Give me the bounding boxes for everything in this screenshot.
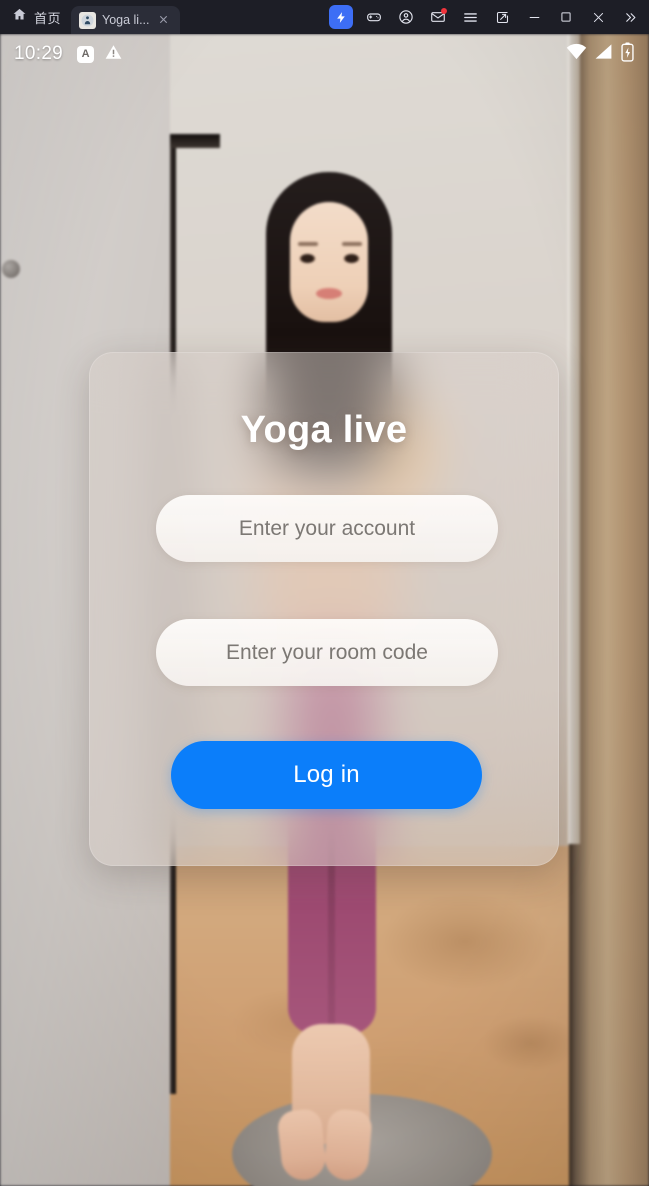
home-button[interactable]: 首页 <box>0 0 71 34</box>
keyboard-a-icon: A <box>77 45 95 63</box>
person-brow-left <box>298 242 318 246</box>
tabstrip: Yoga li... <box>71 0 180 34</box>
browser-titlebar: 首页 Yoga li... <box>0 0 649 34</box>
home-icon <box>12 7 27 27</box>
flash-boost-icon[interactable] <box>329 5 353 29</box>
page-title: Yoga live <box>240 409 408 451</box>
status-bar-left-icons: A <box>77 43 123 66</box>
right-door-edge <box>568 34 580 844</box>
tab-close-icon[interactable] <box>156 13 171 28</box>
right-wood-panel <box>569 34 649 1186</box>
wifi-icon <box>566 43 587 65</box>
status-bar: 10:29 A <box>0 34 649 74</box>
menu-icon[interactable] <box>455 4 485 30</box>
person-eye-right <box>344 254 359 263</box>
app-window: 首页 Yoga li... 10:29 A Yoga live Enter yo… <box>0 0 649 1186</box>
status-bar-clock: 10:29 <box>14 43 64 64</box>
maximize-icon[interactable] <box>551 4 581 30</box>
home-label: 首页 <box>34 10 62 26</box>
person-lips <box>316 288 342 299</box>
battery-charging-icon <box>620 42 635 67</box>
tab-yoga-live[interactable]: Yoga li... <box>71 6 180 34</box>
person-foot-right <box>323 1108 373 1182</box>
login-button[interactable]: Log in <box>171 741 482 809</box>
person-face <box>290 202 368 322</box>
gamepad-icon[interactable] <box>359 4 389 30</box>
popout-icon[interactable] <box>487 4 517 30</box>
login-card: Yoga live Log in <box>89 352 559 866</box>
door-knob <box>2 260 20 278</box>
yoga-app-favicon-icon <box>79 11 97 29</box>
account-input[interactable] <box>156 495 498 562</box>
warning-triangle-icon <box>104 43 123 66</box>
person-eye-left <box>300 254 315 263</box>
room-code-input[interactable] <box>156 619 498 686</box>
mail-icon[interactable] <box>423 4 453 30</box>
titlebar-icon-group <box>327 4 649 30</box>
minimize-icon[interactable] <box>519 4 549 30</box>
more-chevrons-icon[interactable] <box>615 4 645 30</box>
device-screen: 10:29 A Yoga live Enter your account Ent… <box>0 34 649 1186</box>
status-bar-right-icons <box>566 42 635 67</box>
mail-unread-badge <box>441 8 447 14</box>
tab-title: Yoga li... <box>102 13 150 27</box>
person-foot-left <box>276 1107 328 1183</box>
close-window-icon[interactable] <box>583 4 613 30</box>
person-brow-right <box>342 242 362 246</box>
account-icon[interactable] <box>391 4 421 30</box>
cellular-signal-icon <box>594 43 613 65</box>
